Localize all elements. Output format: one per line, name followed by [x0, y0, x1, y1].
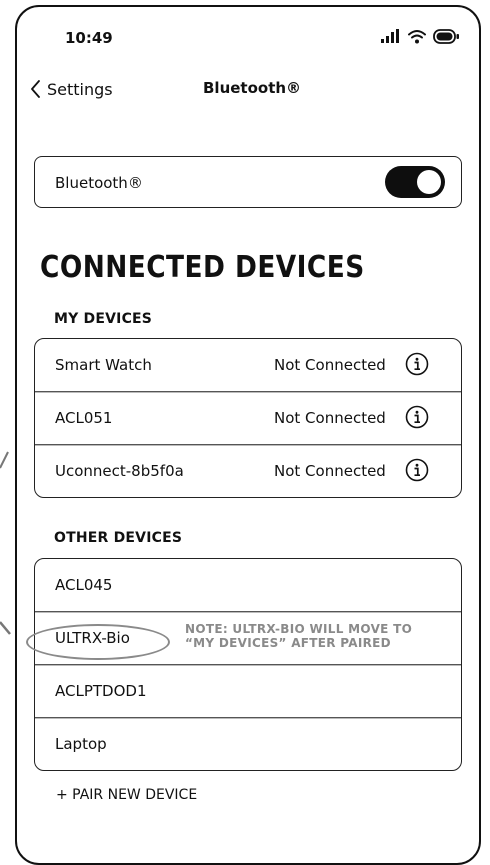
- pair-new-device-button[interactable]: + PAIR NEW DEVICE: [56, 787, 197, 803]
- device-row-aclptdod1[interactable]: ACLPTDOD1: [35, 664, 461, 717]
- my-devices-list: Smart Watch Not Connected ACL051 Not Con…: [34, 338, 462, 498]
- device-name: Smart Watch: [55, 356, 152, 374]
- device-name: Laptop: [55, 735, 107, 753]
- annotation-line-1: NOTE: ULTRX-BIO WILL MOVE TO: [185, 622, 413, 636]
- device-row-acl051[interactable]: ACL051 Not Connected: [35, 391, 461, 444]
- other-devices-heading: OTHER DEVICES: [54, 530, 183, 546]
- status-icons: [381, 26, 460, 46]
- page-title: Bluetooth®: [203, 79, 302, 97]
- bluetooth-toggle-switch[interactable]: [385, 166, 445, 198]
- device-status: Not Connected: [274, 409, 386, 427]
- edge-annotation-mark: [0, 451, 9, 469]
- device-name: ACL051: [55, 409, 113, 427]
- device-name: ACLPTDOD1: [55, 682, 147, 700]
- info-icon[interactable]: [405, 405, 429, 429]
- status-time: 10:49: [65, 29, 113, 47]
- toggle-knob: [417, 170, 441, 194]
- device-status: Not Connected: [274, 356, 386, 374]
- device-row-acl045[interactable]: ACL045: [35, 559, 461, 611]
- back-label: Settings: [47, 79, 113, 99]
- back-button[interactable]: Settings: [30, 79, 113, 99]
- info-icon[interactable]: [405, 352, 429, 376]
- device-name: ACL045: [55, 576, 113, 594]
- device-name: Uconnect-8b5f0a: [55, 462, 184, 480]
- other-devices-list: ACL045 ULTRX-Bio ACLPTDOD1 Laptop: [34, 558, 462, 771]
- annotation-note: NOTE: ULTRX-BIO WILL MOVE TO “MY DEVICES…: [185, 622, 412, 650]
- device-row-uconnect[interactable]: Uconnect-8b5f0a Not Connected: [35, 444, 461, 497]
- annotation-line-2: “MY DEVICES” AFTER PAIRED: [185, 636, 391, 650]
- device-row-smart-watch[interactable]: Smart Watch Not Connected: [35, 339, 461, 391]
- chevron-left-icon: [31, 80, 40, 98]
- bluetooth-toggle-row: Bluetooth®: [34, 156, 462, 208]
- bluetooth-label: Bluetooth®: [55, 174, 143, 192]
- battery-icon: [433, 28, 459, 44]
- annotation-ellipse: [26, 624, 170, 660]
- device-status: Not Connected: [274, 462, 386, 480]
- section-title: CONNECTED DEVICES: [40, 250, 365, 285]
- edge-annotation-mark: [0, 621, 11, 635]
- signal-icon: [381, 29, 399, 43]
- my-devices-heading: MY DEVICES: [54, 311, 153, 327]
- info-icon[interactable]: [405, 458, 429, 482]
- device-row-laptop[interactable]: Laptop: [35, 717, 461, 770]
- wifi-icon: [408, 29, 426, 43]
